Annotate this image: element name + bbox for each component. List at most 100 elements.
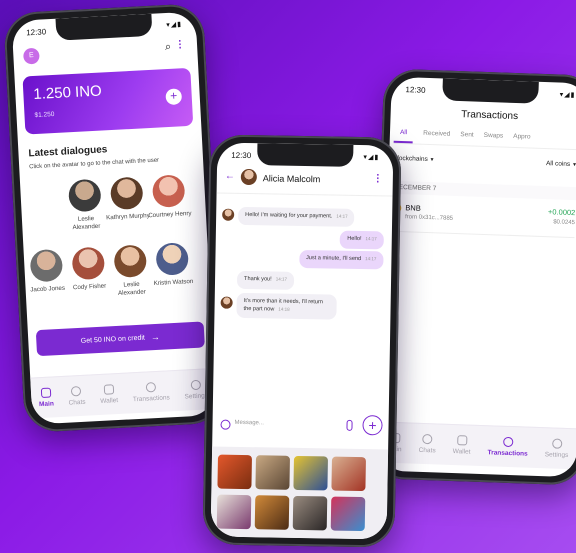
gallery-thumbnail[interactable] xyxy=(217,454,253,490)
avatar xyxy=(71,246,106,281)
tab-wallet[interactable]: Wallet xyxy=(453,435,472,456)
contact-item[interactable]: Kathryn Murphy xyxy=(104,176,150,222)
tab-all[interactable]: All xyxy=(393,124,414,144)
tab-wallet-label: Wallet xyxy=(100,397,119,405)
phone-main: 12:30 ▾◢▮ E ⌕ ⋮ 1.250 INO $1.250 + Latest… xyxy=(3,3,225,433)
contact-item[interactable]: Leslie Alexander xyxy=(107,244,154,298)
gallery-thumbnail[interactable] xyxy=(331,456,366,492)
credit-button-label: Get 50 INO on credit xyxy=(80,334,146,345)
main-screen: 12:30 ▾◢▮ E ⌕ ⋮ 1.250 INO $1.250 + Latest… xyxy=(11,11,217,425)
gallery-thumbnail[interactable] xyxy=(216,494,252,530)
message-bubble: Thank you! 14:17 xyxy=(236,270,295,290)
balance-usd: $1.250 xyxy=(34,110,55,120)
wallet-icon xyxy=(103,384,114,395)
contact-name: Jacob Jones xyxy=(30,284,66,294)
contact-item[interactable]: Kristin Watson xyxy=(149,242,195,288)
contact-item[interactable]: Jacob Jones xyxy=(24,248,70,294)
transactions-icon xyxy=(145,382,157,393)
status-time: 12:30 xyxy=(231,150,252,160)
transaction-row[interactable]: BNB from 0x31c...7885 +0.0002 $0.0245 xyxy=(390,198,576,239)
gallery-thumbnail[interactable] xyxy=(254,495,290,530)
balance-amount: 1.250 INO xyxy=(32,82,103,104)
signal-icon: ▾◢▮ xyxy=(166,21,183,29)
tab-chats-label: Chats xyxy=(68,398,86,407)
emoji-icon[interactable] xyxy=(220,419,231,430)
media-gallery xyxy=(210,446,389,540)
tab-wallet-label: Wallet xyxy=(452,448,471,456)
tab-approvals[interactable]: Appro xyxy=(513,129,531,148)
contact-avatar[interactable] xyxy=(240,168,257,186)
gallery-thumbnail[interactable] xyxy=(330,496,366,532)
gallery-thumbnail[interactable] xyxy=(255,455,290,490)
tab-chats[interactable]: Chats xyxy=(418,433,437,455)
tab-settings[interactable]: Settings xyxy=(545,438,569,459)
message-placeholder: Message... xyxy=(234,419,264,427)
message-time: 14:17 xyxy=(336,213,348,219)
coins-filter[interactable]: All coins ▼ xyxy=(546,160,576,168)
message-text: Just a minute, I'll send xyxy=(305,255,362,263)
message-time: 14:17 xyxy=(365,236,377,242)
search-icon[interactable]: ⌕ xyxy=(165,41,172,54)
gear-icon xyxy=(190,379,201,391)
tx-from: from 0x31c...7885 xyxy=(404,214,454,222)
tab-transactions[interactable]: Transactions xyxy=(132,381,170,403)
phone-chat: 12:30 ▾◢▮ ← Alicia Malcolm ⋮ Hello! I'm w… xyxy=(202,134,402,548)
message-composer: Message... + xyxy=(218,415,383,440)
arrow-right-icon: → xyxy=(150,331,161,343)
message-time: 14:18 xyxy=(278,306,290,312)
contact-name: Kathryn Murphy xyxy=(105,212,150,222)
chat-screen: 12:30 ▾◢▮ ← Alicia Malcolm ⋮ Hello! I'm w… xyxy=(210,142,394,540)
contact-item[interactable]: Leslie Alexander xyxy=(62,178,109,232)
message-input[interactable]: Message... xyxy=(235,420,264,427)
avatar xyxy=(109,176,144,211)
user-avatar[interactable]: E xyxy=(23,47,40,65)
credit-button[interactable]: Get 50 INO on credit → xyxy=(35,321,205,357)
chat-contact-name: Alicia Malcolm xyxy=(262,173,321,185)
tx-usd: $0.0245 xyxy=(553,219,576,227)
avatar xyxy=(29,248,64,283)
tab-chats-label: Chats xyxy=(418,446,436,455)
message-bubble: It's more than it needs, I'll return the… xyxy=(236,292,337,320)
tab-received[interactable]: Received xyxy=(423,126,451,145)
message-text: Thank you! xyxy=(244,275,272,283)
more-icon[interactable]: ⋮ xyxy=(175,39,186,51)
gallery-thumbnail[interactable] xyxy=(292,495,328,531)
message-bubble: Just a minute, I'll send 14:17 xyxy=(298,249,384,269)
contact-name: Kristin Watson xyxy=(153,277,194,288)
tab-transactions[interactable]: Transactions xyxy=(487,436,528,458)
message-time: 14:17 xyxy=(365,256,377,262)
transactions-icon xyxy=(502,436,514,448)
back-arrow-icon[interactable]: ← xyxy=(225,171,235,182)
tab-main[interactable]: Main xyxy=(38,387,54,408)
message-text: Hello! I'm waiting for your payment. xyxy=(245,211,333,220)
microphone-icon[interactable] xyxy=(346,419,353,431)
bottom-tabbar: Main Chats Wallet Transactions Settings xyxy=(378,421,576,470)
balance-card[interactable]: 1.250 INO $1.250 + xyxy=(22,67,194,135)
contact-item[interactable]: Courtney Henry xyxy=(146,174,192,220)
add-icon[interactable]: + xyxy=(165,88,183,106)
contact-item[interactable]: Cody Fisher xyxy=(66,246,112,292)
date-header: DECEMBER 7 xyxy=(391,180,576,201)
tx-amount: +0.0002 xyxy=(547,207,576,218)
gallery-thumbnail[interactable] xyxy=(293,455,328,491)
user-initial: E xyxy=(28,51,34,60)
tx-coin: BNB xyxy=(405,203,421,213)
tab-wallet[interactable]: Wallet xyxy=(99,384,118,405)
more-icon[interactable]: ⋮ xyxy=(373,173,383,184)
attach-plus-icon[interactable]: + xyxy=(362,415,383,436)
wallet-icon xyxy=(456,435,468,446)
sender-avatar xyxy=(220,296,233,309)
contact-name: Leslie Alexander xyxy=(72,215,101,231)
tab-sent[interactable]: Sent xyxy=(460,127,474,145)
phone-transactions: 12:30 ▾◢▮ Transactions All Received Sent … xyxy=(369,68,576,486)
tab-chats[interactable]: Chats xyxy=(68,385,86,407)
chevron-down-icon: ▼ xyxy=(429,157,435,164)
status-time: 12:30 xyxy=(405,84,426,95)
tx-tabs: All Received Sent Swaps Appro xyxy=(393,124,576,151)
home-icon xyxy=(40,387,52,399)
avatar xyxy=(113,244,148,279)
tab-swaps[interactable]: Swaps xyxy=(483,128,504,147)
avatar xyxy=(151,174,186,208)
chevron-down-icon: ▼ xyxy=(571,162,576,169)
tab-settings-label: Settings xyxy=(544,451,569,460)
